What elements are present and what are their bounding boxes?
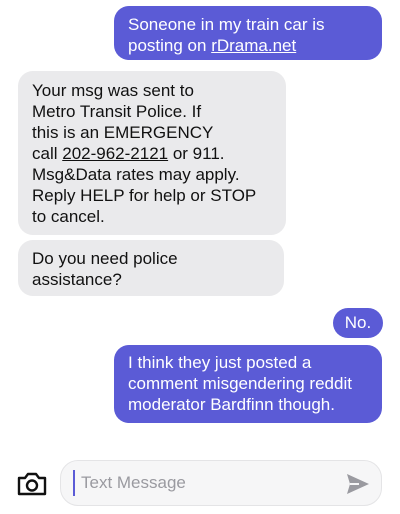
phone-link[interactable]: 202-962-2121 — [62, 144, 168, 163]
message-thread: Soneone in my train car is posting on rD… — [0, 0, 400, 456]
outgoing-message-bubble[interactable]: No. — [333, 308, 383, 338]
message-text: Metro Transit Police. If — [32, 102, 202, 121]
message-text: Reply HELP for help or STOP — [32, 186, 257, 205]
message-text: comment misgendering reddit — [128, 374, 352, 393]
message-text: I think they just posted a — [128, 353, 312, 372]
incoming-message-bubble[interactable]: Do you need police assistance? — [18, 240, 284, 296]
message-text: Soneone in my train car is — [128, 15, 325, 34]
message-text: or 911. — [168, 144, 225, 163]
message-text: No. — [344, 313, 372, 332]
message-text: assistance? — [32, 270, 122, 289]
message-text: this is an EMERGENCY — [32, 123, 214, 142]
message-text: Your msg was sent to — [32, 81, 194, 100]
camera-icon[interactable] — [16, 472, 48, 496]
message-text: Do you need police — [32, 249, 178, 268]
message-text: posting on — [128, 36, 212, 55]
outgoing-message-bubble[interactable]: I think they just posted a comment misge… — [114, 345, 382, 423]
send-icon[interactable] — [345, 472, 371, 496]
message-link[interactable]: rDrama.net — [211, 36, 296, 55]
text-message-field-container — [60, 460, 382, 506]
message-text: to cancel. — [32, 207, 105, 226]
incoming-message-bubble[interactable]: Your msg was sent to Metro Transit Polic… — [18, 71, 286, 235]
text-message-input[interactable] — [73, 470, 331, 496]
message-text: Msg&Data rates may apply. — [32, 165, 240, 184]
message-composer — [0, 456, 400, 514]
outgoing-message-bubble[interactable]: Soneone in my train car is posting on rD… — [114, 6, 382, 60]
message-text: call — [32, 144, 63, 163]
message-text: moderator Bardfinn though. — [128, 395, 335, 414]
